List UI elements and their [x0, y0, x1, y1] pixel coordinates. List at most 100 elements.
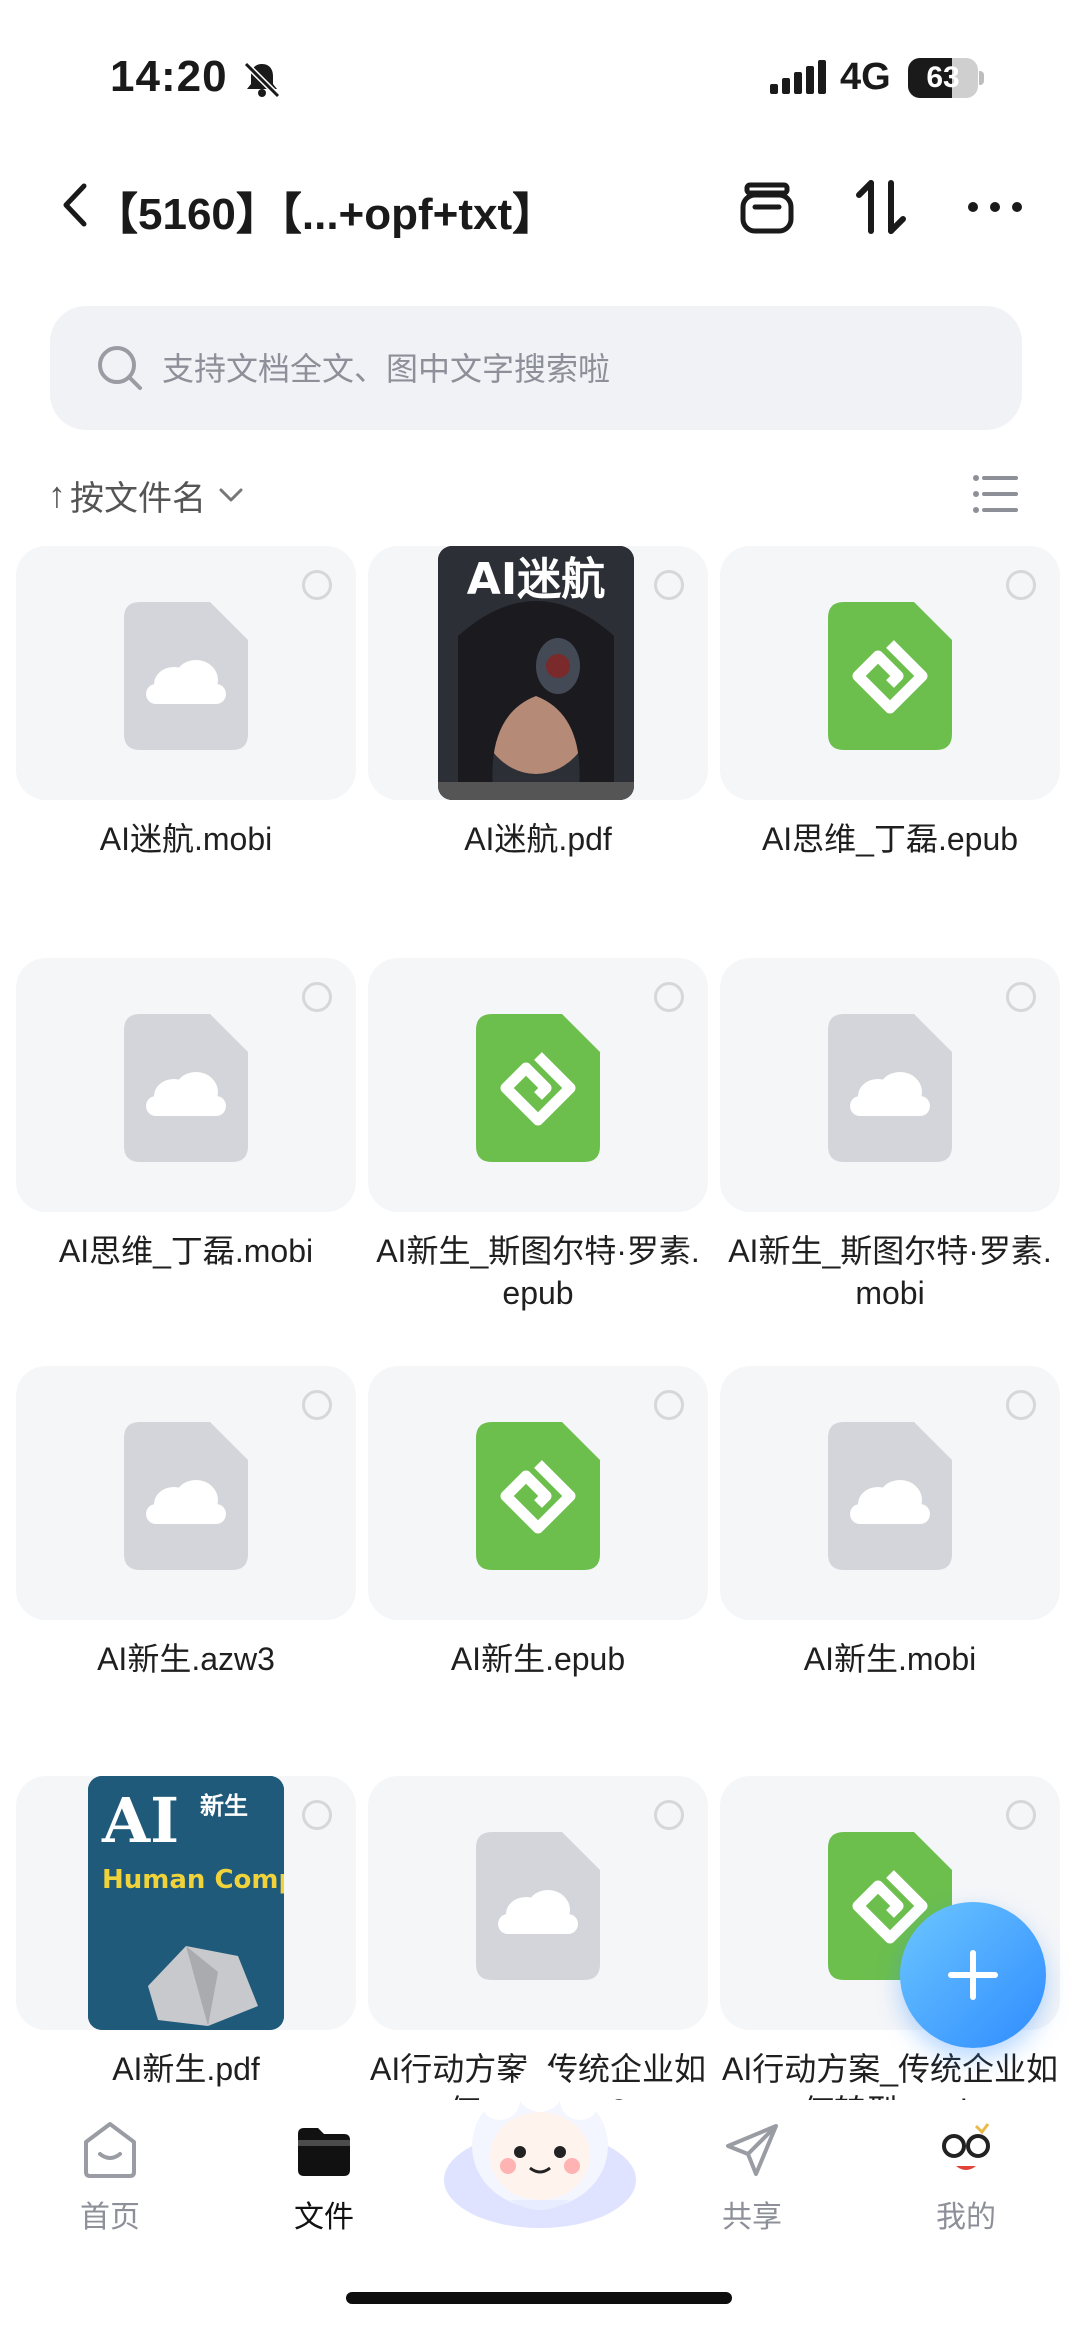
sort-arrows-icon [856, 180, 906, 234]
home-indicator [346, 2292, 732, 2304]
tab-profile[interactable]: 我的 [896, 2120, 1036, 2250]
file-thumbnail [16, 958, 356, 1212]
file-card[interactable]: AI新生.mobi [720, 1366, 1060, 1680]
tab-label: 首页 [80, 2201, 140, 2234]
tab-label: 文件 [294, 2201, 354, 2234]
book-cover-ai-mihang: AI迷航 [438, 546, 634, 800]
file-thumbnail [720, 958, 1060, 1212]
search-input[interactable] [160, 336, 984, 402]
archive-button[interactable] [732, 172, 802, 242]
chevron-down-icon [219, 488, 243, 502]
home-icon [84, 2122, 136, 2178]
tab-share[interactable]: 共享 [682, 2120, 822, 2250]
profile-icon [942, 2123, 990, 2170]
select-checkbox[interactable] [654, 982, 684, 1012]
file-card[interactable]: AI 新生 Human Compatible AI新生.pdf [16, 1776, 356, 2090]
tab-home[interactable]: 首页 [40, 2120, 180, 2250]
file-name: AI迷航.pdf [464, 821, 612, 857]
file-name: AI新生.mobi [803, 1641, 977, 1677]
file-card[interactable]: AI迷航 AI迷航.pdf [368, 546, 708, 860]
file-grid: AI迷航.mobi AI迷航 AI迷航.pdf AI思维_丁磊.epub AI思… [16, 546, 1066, 2106]
search-icon [98, 346, 142, 390]
sort-selector[interactable]: ↑ 按文件名 [48, 470, 244, 520]
epub-icon [476, 1422, 600, 1570]
cover-title-a: AI [101, 1784, 179, 1857]
mascot-assistant-icon[interactable] [440, 2060, 640, 2230]
file-card[interactable]: AI新生_斯图尔特·罗素.mobi [720, 958, 1060, 1314]
file-card[interactable]: AI新生_斯图尔特·罗素.epub [368, 958, 708, 1314]
cover-subtitle: Human Compatible [102, 1865, 284, 1895]
file-name: AI思维_丁磊.mobi [58, 1233, 314, 1269]
cloud-file-icon [124, 1014, 248, 1162]
select-checkbox[interactable] [302, 982, 332, 1012]
file-name: AI新生_斯图尔特·罗素.epub [376, 1233, 700, 1311]
battery-icon: 63 [908, 58, 984, 98]
select-checkbox[interactable] [654, 570, 684, 600]
file-thumbnail [368, 1776, 708, 2030]
tab-label: 共享 [722, 2201, 782, 2234]
file-thumbnail [720, 1366, 1060, 1620]
sort-order-button[interactable] [846, 172, 916, 242]
status-time: 14:20 [110, 52, 228, 101]
tab-label: 我的 [936, 2201, 996, 2234]
file-thumbnail [16, 1366, 356, 1620]
plus-icon [948, 1950, 998, 2000]
file-card[interactable]: AI新生.azw3 [16, 1366, 356, 1680]
archive-icon [740, 182, 794, 234]
select-checkbox[interactable] [1006, 1390, 1036, 1420]
signal-icon [770, 60, 826, 94]
sort-label: 按文件名 [70, 479, 206, 518]
sort-up-arrow-icon: ↑ [48, 474, 66, 515]
select-checkbox[interactable] [1006, 1800, 1036, 1830]
file-name: AI新生.pdf [112, 2051, 260, 2087]
cloud-file-icon [828, 1014, 952, 1162]
select-checkbox[interactable] [302, 1390, 332, 1420]
file-card[interactable]: AI新生.epub [368, 1366, 708, 1680]
epub-icon [476, 1014, 600, 1162]
select-checkbox[interactable] [302, 570, 332, 600]
cloud-file-icon [476, 1832, 600, 1980]
cover-title-b: 新生 [200, 1792, 248, 1820]
book-cover-ai-xinsheng: AI 新生 Human Compatible [88, 1776, 284, 2030]
more-button[interactable] [960, 172, 1030, 242]
select-checkbox[interactable] [654, 1390, 684, 1420]
mute-bell-icon [243, 61, 281, 99]
file-card[interactable]: AI思维_丁磊.mobi [16, 958, 356, 1272]
select-checkbox[interactable] [1006, 982, 1036, 1012]
search-bar[interactable] [50, 306, 1022, 430]
network-type: 4G [840, 56, 891, 98]
share-icon [726, 2124, 778, 2176]
file-thumbnail [720, 546, 1060, 800]
more-dots-icon [968, 202, 1022, 212]
list-view-icon[interactable] [972, 472, 1018, 516]
battery-percent: 63 [926, 61, 960, 94]
file-name: AI思维_丁磊.epub [761, 821, 1019, 857]
status-bar: 14:20 4G 63 [0, 0, 1080, 150]
cloud-file-icon [124, 1422, 248, 1570]
cloud-file-icon [124, 602, 248, 750]
select-checkbox[interactable] [654, 1800, 684, 1830]
file-card[interactable]: AI迷航.mobi [16, 546, 356, 860]
file-name: AI迷航.mobi [99, 821, 273, 857]
file-thumbnail [368, 1366, 708, 1620]
file-thumbnail [368, 958, 708, 1212]
tab-files[interactable]: 文件 [254, 2120, 394, 2250]
cover-title: AI迷航 [467, 554, 605, 605]
file-thumbnail: AI迷航 [368, 546, 708, 800]
back-arrow-icon[interactable] [60, 180, 90, 230]
folder-icon [298, 2128, 350, 2176]
file-thumbnail: AI 新生 Human Compatible [16, 1776, 356, 2030]
file-name: AI行动方案_传统企业如何转型.epub [721, 2051, 1059, 2106]
file-thumbnail [16, 546, 356, 800]
file-name: AI新生.azw3 [97, 1641, 275, 1677]
add-button[interactable] [900, 1902, 1046, 2048]
cloud-file-icon [828, 1422, 952, 1570]
epub-icon [828, 602, 952, 750]
file-name: AI新生_斯图尔特·罗素.mobi [728, 1233, 1052, 1311]
select-checkbox[interactable] [1006, 570, 1036, 600]
select-checkbox[interactable] [302, 1800, 332, 1830]
file-card[interactable]: AI行动方案_传统企业如何转型.azw3 [368, 1776, 708, 2106]
file-card[interactable]: AI思维_丁磊.epub [720, 546, 1060, 860]
file-name: AI新生.epub [450, 1641, 626, 1677]
page-title: 【5160】【...+opf+txt】 [94, 190, 557, 239]
